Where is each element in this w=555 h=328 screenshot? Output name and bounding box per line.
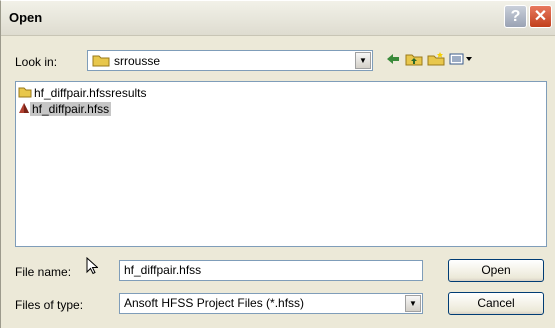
- look-in-label: Look in:: [15, 55, 58, 69]
- list-item[interactable]: hf_diffpair.hfssresults: [18, 86, 149, 101]
- file-name: hf_diffpair.hfssresults: [34, 86, 147, 100]
- dialog-title: Open: [9, 10, 43, 25]
- close-button[interactable]: ✕: [529, 5, 552, 28]
- files-of-type-label: Files of type:: [15, 298, 84, 312]
- up-folder-icon[interactable]: [405, 52, 423, 70]
- folder-icon: [18, 87, 32, 98]
- views-menu-icon[interactable]: [449, 52, 473, 70]
- title-bar[interactable]: Open ? ✕: [1, 1, 555, 36]
- file-name: hf_diffpair.hfss: [30, 102, 112, 116]
- hfss-project-icon: [19, 103, 29, 113]
- mouse-cursor-icon: [86, 256, 99, 278]
- file-name-field[interactable]: hf_diffpair.hfss: [119, 260, 423, 281]
- new-folder-icon[interactable]: [427, 52, 445, 70]
- help-button[interactable]: ?: [504, 5, 527, 28]
- look-in-value: srrousse: [114, 54, 161, 68]
- back-arrow-icon[interactable]: [385, 52, 401, 70]
- cancel-button[interactable]: Cancel: [448, 292, 544, 315]
- file-list[interactable]: hf_diffpair.hfssresults hf_diffpair.hfss: [15, 81, 547, 247]
- files-of-type-value: Ansoft HFSS Project Files (*.hfss): [124, 296, 305, 310]
- open-dialog: Open ? ✕ Look in: srrousse ▼ hf_diffpair…: [0, 0, 555, 328]
- file-name-label: File name:: [15, 265, 72, 279]
- files-of-type-combo[interactable]: Ansoft HFSS Project Files (*.hfss) ▼: [119, 293, 423, 314]
- look-in-combo[interactable]: srrousse ▼: [87, 50, 373, 71]
- look-in-dropdown-button[interactable]: ▼: [355, 52, 371, 69]
- folder-icon: [92, 54, 110, 70]
- open-button[interactable]: Open: [448, 259, 544, 282]
- files-of-type-dropdown-button[interactable]: ▼: [405, 295, 421, 312]
- list-item-selected[interactable]: hf_diffpair.hfss: [18, 102, 112, 117]
